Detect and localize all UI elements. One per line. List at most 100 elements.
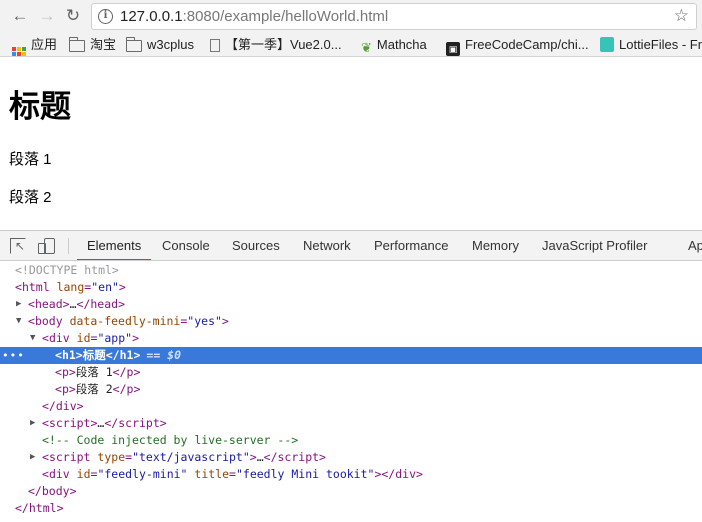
tab-javascript-profiler[interactable]: JavaScript Profiler [542, 231, 647, 260]
bookmark-label: 应用 [31, 37, 58, 52]
html-close-tag: </html> [15, 501, 64, 515]
toolbar-divider [68, 238, 69, 254]
expand-triangle-icon[interactable]: ▶ [30, 449, 35, 466]
html-close-name: html [28, 501, 57, 515]
mathcha-icon: ❦ [361, 40, 372, 55]
star-icon[interactable]: ☆ [674, 6, 689, 26]
head-close-name: head [90, 297, 119, 311]
body-close-name: body [41, 484, 70, 498]
script-close-name: script [277, 450, 320, 464]
dom-node-script-js[interactable]: ▶ <script type="text/javascript">…</scri… [0, 449, 702, 466]
reload-icon: ↻ [65, 6, 81, 25]
expand-triangle-icon[interactable]: ▶ [30, 415, 35, 432]
back-button[interactable]: ← [10, 6, 30, 26]
attr-value: "app" [97, 331, 133, 345]
devtools-panel: Elements Console Sources Network Perform… [0, 230, 702, 522]
selected-marker: == $0 [146, 348, 182, 362]
more-options-icon[interactable]: ••• [2, 347, 25, 364]
tab-performance[interactable]: Performance [374, 231, 448, 260]
dom-node-html[interactable]: <html lang="en"> [0, 279, 702, 296]
bookmark-mathcha[interactable]: ❦ Mathcha [361, 36, 427, 55]
feedly-div-tag: <div id="feedly-mini" title="feedly Mini… [42, 467, 423, 481]
folder-icon [68, 37, 85, 52]
p-tag-name: p [61, 382, 69, 396]
dom-node-p2[interactable]: <p>段落 2</p> [0, 381, 702, 398]
h1-tag: <h1>标题</h1> == $0 [55, 348, 182, 362]
folder-icon [125, 37, 142, 52]
p-tag-name: p [61, 365, 69, 379]
bookmark-taobao[interactable]: 淘宝 [68, 36, 117, 54]
arrow-right-icon: → [38, 6, 56, 25]
h1-tag-name: h1 [61, 348, 76, 362]
bookmark-label: LottieFiles - Fr [619, 37, 702, 52]
dom-node-head[interactable]: ▶ <head>…</head> [0, 296, 702, 313]
bookmark-label: Mathcha [376, 37, 427, 52]
dom-node-script[interactable]: ▶ <script>…</script> [0, 415, 702, 432]
dom-node-comment[interactable]: <!-- Code injected by live-server --> [0, 432, 702, 449]
dom-node-body-close[interactable]: </body> [0, 483, 702, 500]
address-bar[interactable]: i 127.0.0.1:8080/example/helloWorld.html… [91, 3, 697, 30]
tab-console[interactable]: Console [162, 231, 210, 260]
page-icon [210, 39, 220, 52]
head-tag-name: head [34, 297, 63, 311]
p1-text: 段落 1 [75, 365, 113, 379]
bookmark-label: FreeCodeCamp/chi... [465, 37, 589, 52]
script-close-name: script [118, 416, 160, 430]
dom-node-body[interactable]: ▼ <body data-feedly-mini="yes"> [0, 313, 702, 330]
lottie-icon [600, 37, 614, 52]
attr-value: "text/javascript" [132, 450, 250, 464]
dom-node-h1-selected[interactable]: ••• <h1>标题</h1> == $0 [0, 347, 702, 364]
bookmark-apps[interactable]: 应用 [12, 36, 58, 56]
bookmarks-bar: 应用 淘宝 w3cplus 【第一季】Vue2.0... ❦ Mathcha ▣ F… [0, 33, 702, 57]
h1-text: 标题 [82, 348, 106, 362]
attr-name: id [76, 467, 91, 481]
page-heading: 标题 [9, 89, 71, 124]
div-close-name: div [55, 399, 77, 413]
tab-elements[interactable]: Elements [77, 231, 152, 260]
inspect-element-icon[interactable] [10, 238, 26, 254]
dom-node-feedly-div[interactable]: <div id="feedly-mini" title="feedly Mini… [0, 466, 702, 483]
dom-node-doctype[interactable]: <!DOCTYPE html> [0, 262, 702, 279]
ellipsis: … [256, 450, 264, 464]
dom-node-div-close[interactable]: </div> [0, 398, 702, 415]
tab-network[interactable]: Network [303, 231, 351, 260]
attr-value: "feedly-mini" [97, 467, 188, 481]
reload-button[interactable]: ↻ [63, 6, 83, 26]
script-tag: <script>…</script> [42, 416, 167, 430]
attr-name: lang [56, 280, 85, 294]
dom-node-div-app[interactable]: ▼ <div id="app"> [0, 330, 702, 347]
device-toolbar-icon[interactable] [38, 238, 55, 254]
tab-sources[interactable]: Sources [232, 231, 280, 260]
body-close-tag: </body> [28, 484, 77, 498]
ellipsis: … [69, 297, 77, 311]
attr-value: "en" [91, 280, 119, 294]
collapse-triangle-icon[interactable]: ▼ [30, 330, 35, 347]
div-app-tag: <div id="app"> [42, 331, 140, 345]
url-host: 127.0.0.1 [120, 8, 183, 25]
bookmark-label: w3cplus [147, 37, 194, 52]
tab-application[interactable]: Ap [688, 231, 702, 260]
browser-toolbar: ← → ↻ i 127.0.0.1:8080/example/helloWorl… [0, 0, 702, 33]
bookmark-freecodecamp[interactable]: ▣ FreeCodeCamp/chi... [446, 36, 589, 56]
attr-value: "yes" [187, 314, 222, 328]
bookmark-label: 淘宝 [90, 37, 117, 52]
bookmark-w3cplus[interactable]: w3cplus [125, 36, 194, 54]
page-paragraph-2: 段落 2 [9, 189, 52, 206]
bookmark-vue[interactable]: 【第一季】Vue2.0... [210, 36, 342, 54]
div-tag-name: div [48, 467, 70, 481]
dom-node-html-close[interactable]: </html> [0, 500, 702, 517]
tab-memory[interactable]: Memory [472, 231, 519, 260]
expand-triangle-icon[interactable]: ▶ [16, 296, 21, 313]
p1-tag: <p>段落 1</p> [55, 365, 141, 379]
url-text[interactable]: 127.0.0.1:8080/example/helloWorld.html [120, 8, 388, 25]
collapse-triangle-icon[interactable]: ▼ [16, 313, 21, 330]
info-icon[interactable]: i [98, 9, 113, 24]
dom-node-p1[interactable]: <p>段落 1</p> [0, 364, 702, 381]
url-path: :8080/example/helloWorld.html [182, 8, 389, 25]
attr-name: id [76, 331, 91, 345]
dom-tree: <!DOCTYPE html> <html lang="en"> ▶ <head… [0, 262, 702, 522]
comment-text: <!-- Code injected by live-server --> [42, 433, 299, 447]
doctype-text: <!DOCTYPE html> [15, 263, 119, 277]
bookmark-lottiefiles[interactable]: LottieFiles - Fr [600, 36, 702, 54]
forward-button[interactable]: → [37, 6, 57, 26]
